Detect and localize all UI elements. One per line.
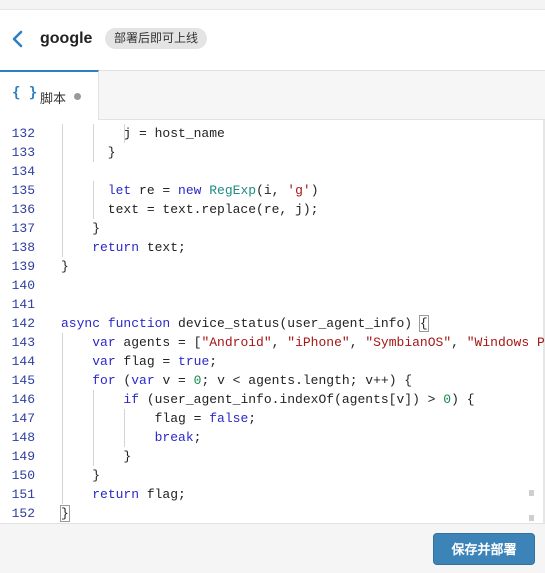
line-number: 152 <box>11 506 35 521</box>
indent-guide <box>62 124 63 257</box>
code-text: for (var v = 0; v < agents.length; v++) … <box>92 373 413 388</box>
line-number: 149 <box>11 449 35 464</box>
bracket-match-box <box>60 505 70 522</box>
line-number: 140 <box>11 278 35 293</box>
code-line: 133 } <box>0 143 530 162</box>
code-text: } <box>61 221 101 236</box>
tab-script[interactable]: { } 脚本 <box>0 70 99 121</box>
braces-icon: { } <box>12 85 38 101</box>
footer-bar: 保存并部署 <box>0 523 545 573</box>
indent-guide <box>93 181 95 219</box>
code-line: 145 for (var v = 0; v < agents.length; v… <box>0 371 530 390</box>
code-line: 143 var agents = ["Android", "iPhone", "… <box>0 333 545 352</box>
code-line: 152} <box>0 504 530 523</box>
status-badge: 部署后即可上线 <box>105 28 208 49</box>
code-text: return flag; <box>92 487 186 502</box>
line-number: 139 <box>11 259 35 274</box>
code-line: 142 async function device_status(user_age… <box>0 314 530 333</box>
code-line: 141 <box>0 295 530 314</box>
code-line: 151 return flag; <box>0 485 530 504</box>
line-number: 145 <box>11 373 35 388</box>
code-text: var flag = true; <box>92 354 218 369</box>
code-text: async function device_status(user_agent_… <box>61 316 428 331</box>
page-header: google 部署后即可上线 <box>0 10 545 68</box>
line-number: 142 <box>11 316 35 331</box>
code-line: 139} <box>0 257 530 276</box>
code-line: 146 if (user_agent_info.indexOf(agents[v… <box>0 390 530 409</box>
code-line: 134 <box>0 162 530 181</box>
indent-guide <box>93 124 95 162</box>
code-line: 135 let re = new RegExp(i, 'g') <box>0 181 530 200</box>
line-number: 137 <box>11 221 35 236</box>
scrollbar-marker <box>529 515 534 521</box>
code-line: 148 break; <box>0 428 530 447</box>
code-editor[interactable]: 132 j = host_name 133 } 134 135 let re = ne… <box>0 120 545 523</box>
page-title: google <box>40 30 93 47</box>
chevron-left-icon[interactable] <box>10 28 26 50</box>
line-number: 133 <box>11 145 35 160</box>
code-text: text = text.replace(re, j); <box>61 202 319 217</box>
code-line: 138 return text; <box>0 238 530 257</box>
line-number: 147 <box>11 411 35 426</box>
code-text: let re = new RegExp(i, 'g') <box>107 183 319 198</box>
code-text: } <box>61 259 69 274</box>
line-number: 150 <box>11 468 35 483</box>
code-line: 140 <box>0 276 530 295</box>
indent-guide <box>124 409 126 447</box>
scrollbar-marker <box>529 490 534 496</box>
line-number: 141 <box>11 297 35 312</box>
line-number: 148 <box>11 430 35 445</box>
line-number: 134 <box>11 164 35 179</box>
line-number: 138 <box>11 240 35 255</box>
code-text: j = host_name <box>61 126 225 141</box>
code-text: } <box>61 449 132 464</box>
code-text: } <box>61 468 101 483</box>
code-text: flag = false; <box>61 411 257 426</box>
code-line: 136 text = text.replace(re, j); <box>0 200 530 219</box>
code-text: if (user_agent_info.indexOf(agents[v]) >… <box>123 392 475 407</box>
code-text: } <box>61 145 116 160</box>
line-number: 144 <box>11 354 35 369</box>
line-number: 132 <box>11 126 35 141</box>
tab-label: 脚本 <box>40 91 67 106</box>
code-text: break; <box>154 430 202 445</box>
unsaved-dot-icon <box>74 93 81 100</box>
save-deploy-button[interactable]: 保存并部署 <box>433 533 535 565</box>
line-number: 135 <box>11 183 35 198</box>
code-line: 132 j = host_name <box>0 124 530 143</box>
tab-bar: { } 脚本 <box>0 70 545 121</box>
line-number: 143 <box>11 335 35 350</box>
code-line: 137 } <box>0 219 530 238</box>
bracket-match-box <box>418 315 429 332</box>
code-line: 149 } <box>0 447 530 466</box>
line-number: 136 <box>11 202 35 217</box>
line-number: 146 <box>11 392 35 407</box>
indent-guide <box>124 124 126 143</box>
code-text: return text; <box>92 240 186 255</box>
code-line: 147 flag = false; <box>0 409 530 428</box>
code-line: 144 var flag = true; <box>0 352 530 371</box>
code-text: var agents = ["Android", "iPhone", "Symb… <box>92 335 545 350</box>
code-line: 150 } <box>0 466 530 485</box>
indent-guide <box>93 390 95 466</box>
top-strip <box>0 0 545 10</box>
line-number: 151 <box>11 487 35 502</box>
indent-guide <box>62 333 63 504</box>
